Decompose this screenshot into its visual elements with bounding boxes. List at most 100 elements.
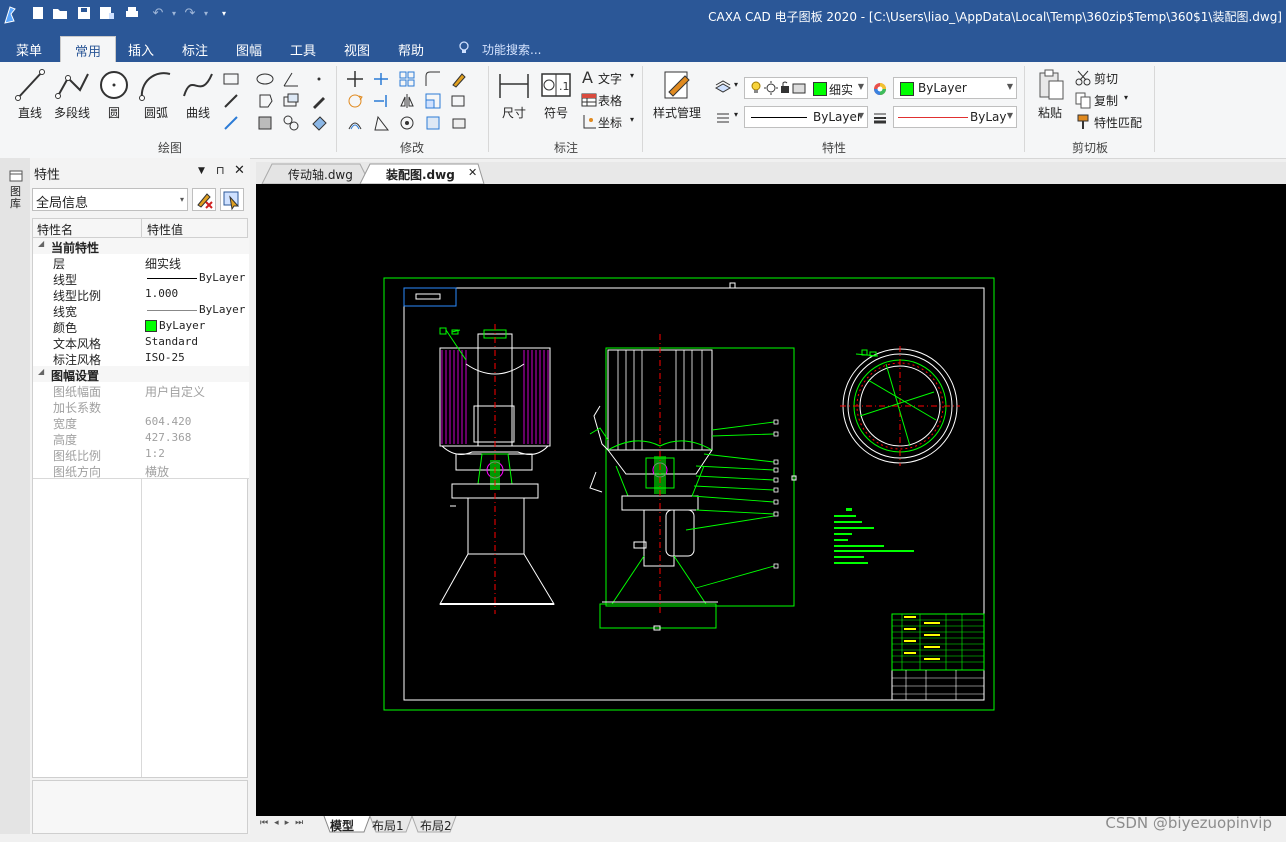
- brush-icon[interactable]: [450, 70, 468, 88]
- pin-icon[interactable]: ⊓: [216, 164, 225, 177]
- mirror-icon[interactable]: [398, 92, 416, 110]
- menu-item-main[interactable]: 菜单: [16, 40, 42, 59]
- section-current-properties[interactable]: ◢ 当前特性: [33, 238, 249, 255]
- hatch-line-icon[interactable]: [222, 92, 240, 110]
- undo-dropdown-icon[interactable]: ▾: [166, 6, 182, 22]
- coordinate-dropdown-icon[interactable]: ▾: [630, 115, 634, 124]
- customize-icon[interactable]: ▾: [216, 6, 232, 22]
- symbol-button[interactable]: .1 符号: [534, 68, 578, 121]
- close-icon[interactable]: ✕: [234, 163, 245, 178]
- curve-button[interactable]: 曲线: [176, 68, 220, 121]
- property-row-color[interactable]: 颜色 ByLayer: [33, 318, 249, 335]
- close-tab-icon[interactable]: ✕: [468, 166, 477, 179]
- stretch-icon[interactable]: [450, 92, 468, 110]
- rotate-icon[interactable]: [346, 92, 364, 110]
- menu-item-insert[interactable]: 插入: [128, 40, 154, 59]
- menu-item-tools[interactable]: 工具: [290, 40, 316, 59]
- copy-icon[interactable]: [1074, 91, 1092, 109]
- quick-select-button[interactable]: [192, 188, 216, 211]
- property-filter-select[interactable]: 全局信息 ▾: [32, 188, 188, 211]
- area-fill-icon[interactable]: [256, 114, 274, 132]
- select-objects-button[interactable]: [220, 188, 244, 211]
- text-dropdown-icon[interactable]: ▾: [630, 71, 634, 80]
- trim-icon[interactable]: [372, 70, 390, 88]
- dimension-button[interactable]: 尺寸: [492, 68, 536, 121]
- linestyle-dropdown-icon[interactable]: ▾: [734, 110, 738, 119]
- block-icon[interactable]: [282, 92, 300, 110]
- wave-icon[interactable]: [282, 114, 300, 132]
- tab-nav-arrows-icon[interactable]: ⏮◂▸⏭: [260, 818, 309, 828]
- copy-button[interactable]: 复制: [1094, 92, 1118, 109]
- ellipse-icon[interactable]: [256, 70, 274, 88]
- break-icon[interactable]: [372, 114, 390, 132]
- array-icon[interactable]: [398, 70, 416, 88]
- section-sheet-settings[interactable]: ◢ 图幅设置: [33, 366, 249, 383]
- new-file-icon[interactable]: [30, 6, 46, 22]
- color-select[interactable]: ByLayer ▼: [893, 77, 1017, 99]
- table-icon[interactable]: [580, 91, 598, 109]
- rectangle-icon[interactable]: [222, 70, 240, 88]
- cut-icon[interactable]: [1074, 69, 1092, 87]
- tab-model[interactable]: 模型: [330, 817, 354, 834]
- linestyle-icon[interactable]: [714, 108, 732, 126]
- tab-assembly[interactable]: 装配图.dwg: [376, 164, 465, 184]
- extend-icon[interactable]: [372, 92, 390, 110]
- save-as-icon[interactable]: [99, 6, 115, 22]
- redo-icon[interactable]: ↷: [182, 6, 198, 22]
- lineweight-icon[interactable]: [872, 111, 888, 125]
- paste-button[interactable]: 粘贴: [1028, 68, 1072, 121]
- eraser-icon[interactable]: [450, 114, 468, 132]
- color-wheel-icon[interactable]: [872, 81, 888, 97]
- property-row-dim-style[interactable]: 标注风格 ISO-25: [33, 350, 249, 367]
- polyline-button[interactable]: 多段线: [50, 68, 94, 121]
- line-button[interactable]: 直线: [8, 68, 52, 121]
- redo-dropdown-icon[interactable]: ▾: [198, 6, 214, 22]
- property-row-linetype[interactable]: 线型 ByLayer: [33, 270, 249, 287]
- copy-dropdown-icon[interactable]: ▾: [1124, 93, 1128, 102]
- panel-menu-icon[interactable]: ▼: [198, 166, 205, 176]
- style-manager-button[interactable]: 样式管理: [648, 68, 706, 121]
- arc-button[interactable]: 圆弧: [134, 68, 178, 121]
- fillet-icon[interactable]: [424, 70, 442, 88]
- circle-button[interactable]: 圆: [92, 68, 136, 121]
- angle-icon[interactable]: [282, 70, 300, 88]
- menu-item-frame[interactable]: 图幅: [236, 40, 262, 59]
- point-icon[interactable]: [310, 70, 328, 88]
- tab-layout1[interactable]: 布局1: [372, 817, 404, 834]
- open-folder-icon[interactable]: [52, 6, 68, 22]
- linetype-select[interactable]: ByLayer ▼: [744, 106, 868, 128]
- table-button[interactable]: 表格: [598, 92, 622, 109]
- menu-item-annotate[interactable]: 标注: [182, 40, 208, 59]
- menu-item-help[interactable]: 帮助: [398, 40, 424, 59]
- polygon-icon[interactable]: [256, 92, 274, 110]
- property-row-lineweight[interactable]: 线宽 ByLayer: [33, 302, 249, 319]
- bucket-icon[interactable]: [310, 114, 328, 132]
- text-icon[interactable]: A: [580, 68, 598, 86]
- save-icon[interactable]: [76, 6, 92, 22]
- move-icon[interactable]: [346, 70, 364, 88]
- match-properties-icon[interactable]: [1074, 113, 1092, 131]
- layer-tools-dropdown-icon[interactable]: ▾: [734, 80, 738, 89]
- explode-icon[interactable]: [424, 114, 442, 132]
- feature-search[interactable]: 功能搜索...: [482, 41, 541, 58]
- tab-transmission-shaft[interactable]: 传动轴.dwg: [278, 164, 363, 184]
- text-button[interactable]: 文字: [598, 70, 622, 87]
- library-icon[interactable]: [9, 168, 23, 182]
- print-icon[interactable]: [124, 6, 140, 22]
- coordinate-button[interactable]: 坐标: [598, 114, 622, 131]
- rotate-copy-icon[interactable]: [398, 114, 416, 132]
- tab-layout2[interactable]: 布局2: [420, 817, 452, 834]
- layer-manager-icon[interactable]: [714, 78, 732, 96]
- menu-item-common[interactable]: 常用: [60, 36, 117, 62]
- menu-item-view[interactable]: 视图: [344, 40, 370, 59]
- undo-icon[interactable]: ↶: [150, 6, 166, 22]
- app-logo-icon[interactable]: [2, 5, 18, 25]
- cut-button[interactable]: 剪切: [1094, 70, 1118, 87]
- offset-icon[interactable]: [346, 114, 364, 132]
- drawing-canvas[interactable]: [256, 184, 1286, 816]
- coordinate-icon[interactable]: [580, 113, 598, 131]
- centerline-icon[interactable]: [222, 114, 240, 132]
- property-row-linetype-scale[interactable]: 线型比例 1.000: [33, 286, 249, 303]
- property-row-text-style[interactable]: 文本风格 Standard: [33, 334, 249, 351]
- library-tab[interactable]: 图库: [10, 186, 22, 210]
